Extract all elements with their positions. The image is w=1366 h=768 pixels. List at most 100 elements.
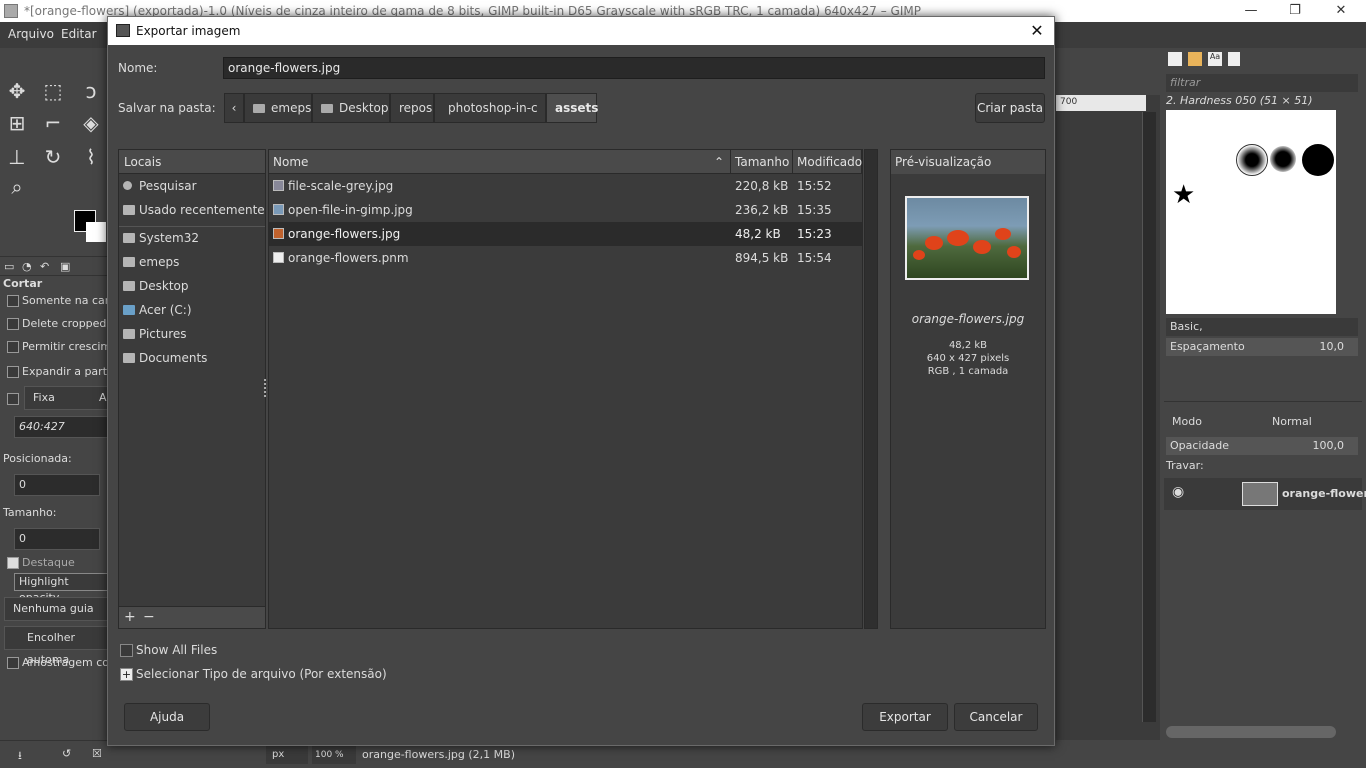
export-button[interactable]: Exportar [862,703,948,731]
layer-row[interactable]: ◉ orange-flower [1164,478,1366,510]
background-color[interactable] [86,222,106,242]
brush-grid[interactable]: ★ [1166,110,1336,314]
file-row-selected[interactable]: orange-flowers.jpg 48,2 kB 15:23 [269,222,862,246]
patterns-tab-icon[interactable] [1188,52,1202,66]
position-x-input[interactable]: 0 [14,474,100,496]
smudge-tool-icon[interactable]: ↻ [40,144,66,170]
opacity-slider[interactable]: Opacidade 100,0 [1166,437,1358,455]
lasso-tool-icon[interactable]: ↄ [78,78,104,104]
size-label: Tamanho: [3,506,57,519]
brush-filter-input[interactable]: filtrar [1166,74,1358,92]
guides-dropdown[interactable]: Nenhuma guia [4,597,108,621]
canvas-vertical-scrollbar[interactable] [1142,112,1156,722]
zoom-tool-icon[interactable]: ⌕ [4,174,30,200]
delete-preset-icon[interactable]: ☒ [92,747,102,760]
tab-device-icon[interactable]: ◔ [22,260,32,273]
file-row[interactable]: file-scale-grey.jpg 220,8 kB 15:52 [269,174,862,198]
breadcrumb-desktop[interactable]: Desktop [312,93,390,123]
brush-selected[interactable] [1236,144,1268,176]
folder-icon [123,257,135,267]
place-pictures[interactable]: Pictures [119,322,265,346]
close-window-icon[interactable]: ✕ [1318,0,1364,22]
unit-select[interactable]: px [266,746,308,764]
option-checkbox-2[interactable] [7,318,19,330]
file-list-scrollbar[interactable] [864,149,878,629]
ratio-input[interactable]: 640:427 [14,416,108,438]
zoom-select[interactable]: 100 % [312,746,356,764]
tab-undo-icon[interactable]: ↶ [40,260,49,273]
file-name: open-file-in-gimp.jpg [288,203,413,217]
spacing-slider[interactable]: Espaçamento 10,0 [1166,338,1358,356]
remove-bookmark-icon[interactable]: − [143,609,155,625]
breadcrumb-back-button[interactable]: ‹ [224,93,244,123]
crop-tool-icon[interactable]: ⌐ [40,110,66,136]
restore-icon[interactable]: ❐ [1272,0,1318,22]
breadcrumb-emeps[interactable]: emeps [244,93,312,123]
place-system32[interactable]: System32 [119,226,265,250]
place-recent[interactable]: Usado recentemente [119,198,265,222]
column-modified-header[interactable]: Modificado [793,150,862,174]
eye-icon[interactable]: ◉ [1172,484,1184,500]
cancel-button[interactable]: Cancelar [954,703,1038,731]
brush-set-select[interactable]: Basic, [1166,318,1358,336]
documents-tab-icon[interactable] [1228,52,1240,66]
close-icon[interactable]: ✕ [1024,17,1050,45]
option-label-2: Delete cropped p [22,317,117,330]
column-size-header[interactable]: Tamanho [731,150,793,174]
breadcrumb-label: assets [555,101,599,115]
place-drive-c[interactable]: Acer (C:) [119,298,265,322]
fonts-tab-icon[interactable]: Aa [1208,52,1222,66]
auto-shrink-button[interactable]: Encolher automa [4,626,108,666]
file-row[interactable]: open-file-in-gimp.jpg 236,2 kB 15:35 [269,198,862,222]
clone-tool-icon[interactable]: ⊥ [4,144,30,170]
select-type-expander-icon[interactable]: + [120,668,133,681]
highlight-opacity-slider[interactable]: Highlight opacity [14,573,108,604]
tab-tool-options-icon[interactable]: ▭ [4,260,14,273]
sample-merged-checkbox[interactable] [7,657,19,669]
create-folder-button[interactable]: Criar pasta [975,93,1045,123]
folder-label: Salvar na pasta: [118,101,216,115]
mode-value[interactable]: Normal [1272,415,1312,428]
place-label: Pesquisar [139,179,197,193]
tab-images-icon[interactable]: ▣ [60,260,70,273]
place-desktop[interactable]: Desktop [119,274,265,298]
bucket-tool-icon[interactable]: ◈ [78,110,104,136]
place-label: Usado recentemente [139,203,265,217]
align-tool-icon[interactable]: ⊞ [4,110,30,136]
option-checkbox-1[interactable] [7,295,19,307]
place-documents[interactable]: Documents [119,346,265,370]
tool-options-tabs: ▭ ◔ ↶ ▣ [0,256,108,276]
breadcrumb-repos[interactable]: repos [390,93,434,123]
restore-preset-icon[interactable]: ↺ [62,747,71,760]
menu-arquivo[interactable]: Arquivo [8,27,54,41]
menu-editar[interactable]: Editar [61,27,97,41]
move-tool-icon[interactable]: ✥ [4,78,30,104]
path-tool-icon[interactable]: ⌇ [78,144,104,170]
rect-select-tool-icon[interactable]: ⬚ [40,78,66,104]
brush-star[interactable]: ★ [1172,180,1195,210]
layers-scrollbar[interactable] [1166,726,1336,738]
option-checkbox-4[interactable] [7,366,19,378]
brushes-tab-icon[interactable] [1168,52,1182,66]
file-row[interactable]: orange-flowers.pnm 894,5 kB 15:54 [269,246,862,270]
save-preset-icon[interactable]: ⭳ [18,747,22,766]
place-emeps[interactable]: emeps [119,250,265,274]
fixed-checkbox[interactable] [7,393,19,405]
breadcrumb-photoshop-in-c[interactable]: photoshop-in-c [434,93,546,123]
toolbox-bottom-bar: ⭳ ↺ ☒ [0,740,108,768]
help-button[interactable]: Ajuda [124,703,210,731]
place-search[interactable]: Pesquisar [119,174,265,198]
show-all-files-checkbox[interactable] [120,644,133,657]
column-name-header[interactable]: Nome ⌃ [269,150,731,174]
size-w-input[interactable]: 0 [14,528,100,550]
breadcrumb-assets[interactable]: assets [546,93,599,123]
brush-soft[interactable] [1270,146,1296,172]
fixed-dropdown[interactable]: Fixa A [24,386,108,410]
option-checkbox-3[interactable] [7,341,19,353]
filename-input[interactable] [223,57,1045,79]
minimize-icon[interactable]: — [1228,0,1274,22]
add-bookmark-icon[interactable]: + [124,609,136,625]
brush-hard[interactable] [1302,144,1334,176]
highlight-checkbox[interactable] [7,557,19,569]
fixed-label: Fixa [33,391,55,404]
